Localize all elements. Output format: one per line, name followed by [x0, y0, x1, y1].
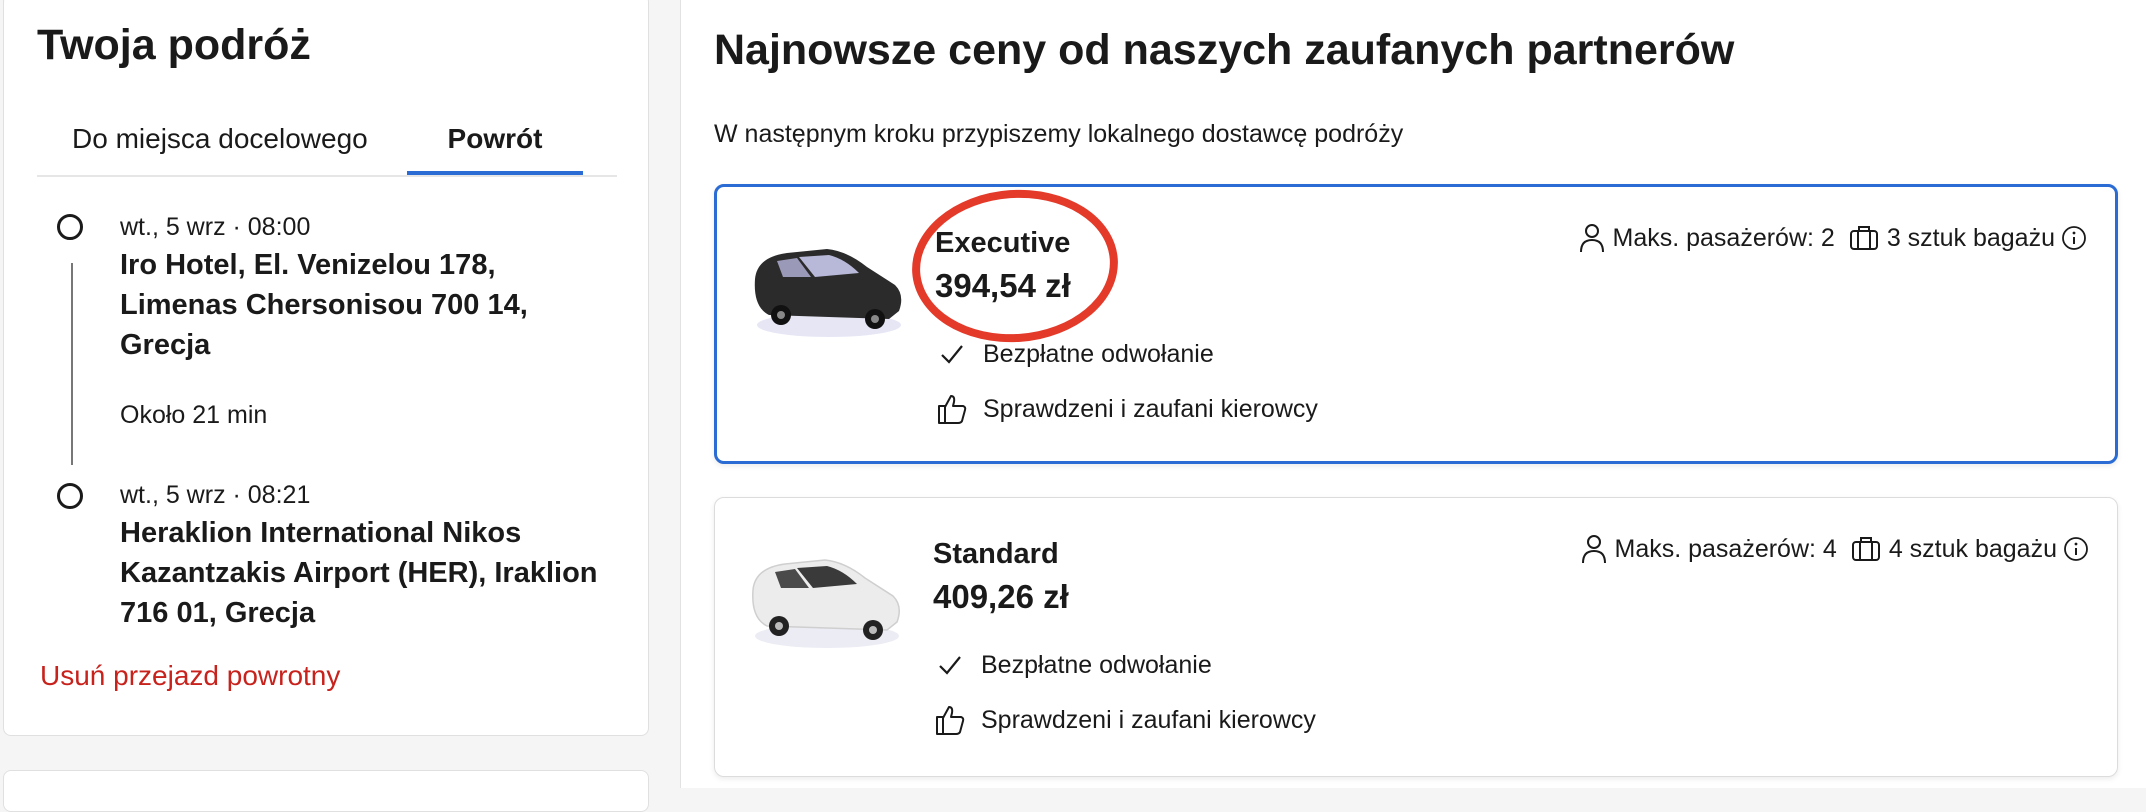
results-title: Najnowsze ceny od naszych zaufanych part… [714, 26, 1735, 74]
vehicle-card-executive[interactable]: Executive 394,54 zł Bezpłatne odwołanie … [714, 184, 2118, 464]
vehicle-price: 394,54 zł [935, 267, 1071, 304]
trip-duration: Około 21 min [120, 401, 268, 429]
feature-free-cancellation: Bezpłatne odwołanie [933, 648, 1212, 682]
vehicle-price: 409,26 zł [933, 578, 1069, 615]
luggage-icon [1851, 536, 1881, 562]
feature-free-cancellation: Bezpłatne odwołanie [935, 337, 1214, 371]
pickup-time: wt., 5 wrz · 08:00 [120, 213, 311, 241]
feature-trusted-drivers: Sprawdzeni i zaufani kierowcy [933, 703, 1316, 737]
luggage-capacity: 3 sztuk bagażu [1886, 223, 2055, 252]
car-icon [754, 249, 902, 337]
check-icon [933, 648, 967, 682]
info-icon[interactable] [2061, 225, 2087, 251]
person-icon [1581, 534, 1607, 564]
vehicle-name: Standard [933, 538, 1059, 570]
dropoff-time: wt., 5 wrz · 08:21 [120, 481, 311, 509]
feature-label: Bezpłatne odwołanie [981, 650, 1212, 679]
feature-label: Sprawdzeni i zaufani kierowcy [983, 394, 1318, 423]
feature-label: Bezpłatne odwołanie [983, 339, 1214, 368]
feature-label: Sprawdzeni i zaufani kierowcy [981, 705, 1316, 734]
trip-tabs: Do miejsca docelowego Powrót [37, 105, 617, 177]
passenger-capacity: Maks. pasażerów: 4 [1614, 534, 1837, 563]
feature-trusted-drivers: Sprawdzeni i zaufani kierowcy [935, 392, 1318, 426]
trip-panel: Twoja podróż Do miejsca docelowego Powró… [3, 0, 649, 736]
remove-return-link[interactable]: Usuń przejazd powrotny [40, 660, 340, 692]
passenger-capacity: Maks. pasażerów: 2 [1612, 223, 1835, 252]
secondary-panel [3, 770, 649, 812]
info-icon[interactable] [2063, 536, 2089, 562]
vehicle-name: Executive [935, 227, 1071, 259]
stop-dropoff-dot [57, 483, 83, 509]
check-icon [935, 337, 969, 371]
vehicle-specs: Maks. pasażerów: 4 4 sztuk bagażu [1581, 534, 2090, 564]
thumbs-up-icon [933, 703, 967, 737]
tab-return[interactable]: Powrót [407, 123, 583, 175]
tab-outbound[interactable]: Do miejsca docelowego [72, 123, 368, 173]
vehicle-card-standard[interactable]: Standard 409,26 zł Bezpłatne odwołanie S… [714, 497, 2118, 777]
luggage-icon [1849, 225, 1879, 251]
luggage-capacity: 4 sztuk bagażu [1888, 534, 2057, 563]
trip-title: Twoja podróż [37, 21, 311, 69]
dropoff-address: Heraklion International Nikos Kazantzaki… [120, 517, 598, 629]
thumbs-up-icon [935, 392, 969, 426]
car-icon [752, 559, 900, 648]
results-subtitle: W następnym kroku przypiszemy lokalnego … [714, 120, 1404, 148]
timeline-line [71, 263, 73, 465]
stop-pickup-dot [57, 214, 83, 240]
person-icon [1579, 223, 1605, 253]
pickup-address: Iro Hotel, El. Venizelou 178, Limenas Ch… [120, 249, 528, 361]
vehicle-specs: Maks. pasażerów: 2 3 sztuk bagażu [1579, 223, 2088, 253]
active-tab-indicator [407, 171, 583, 175]
tab-return-label: Powrót [447, 123, 543, 154]
